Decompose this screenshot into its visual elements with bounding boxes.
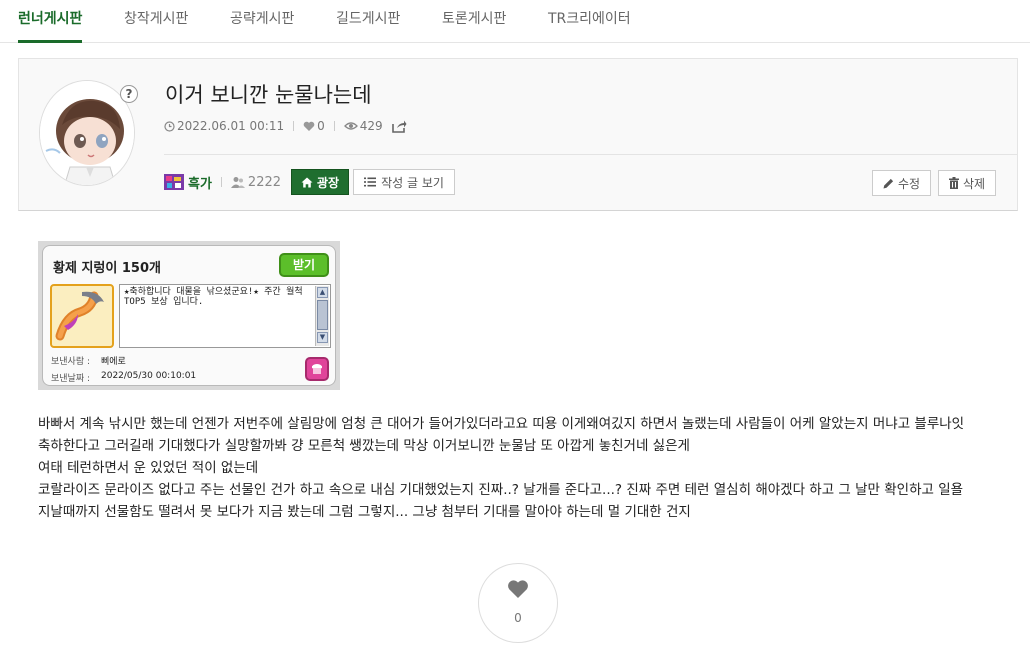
edit-label: 수정: [898, 176, 921, 191]
clock-icon: [164, 120, 175, 132]
author-level: 2222: [230, 174, 282, 190]
delete-label: 삭제: [963, 176, 986, 191]
sent-date-label: 보낸날짜 :: [51, 374, 91, 384]
body-line: 축하한다고 그러길래 기대했다가 실망할까봐 걍 모른척 쌩깠는데 막상 이거보…: [38, 438, 690, 454]
ingame-message-box: ★축하합니다 대물을 낚으셨군요!★ 주간 월척 TOP5 보상 입니다. ▲ …: [119, 284, 331, 348]
view-count: 429: [359, 119, 383, 133]
level-icon: [230, 177, 245, 188]
sender-value: 삐에로: [101, 357, 126, 367]
tab-runner-board[interactable]: 런너게시판: [18, 8, 82, 28]
heart-icon: [303, 121, 315, 132]
view-my-posts-button[interactable]: 작성 글 보기: [353, 169, 455, 195]
worm-item-icon: [50, 284, 114, 348]
post-title: 이거 보니깐 눈물나는데: [165, 83, 372, 107]
plaza-button[interactable]: 광장: [291, 169, 350, 195]
post-body: 바빠서 계속 낚시만 했는데 언젠가 저번주에 살림망에 엄청 큰 대어가 들어…: [38, 413, 998, 523]
guild-emblem-icon: [164, 174, 184, 190]
scroll-down-icon: ▼: [317, 332, 328, 343]
ingame-mail-card: 황제 지렁이 150개 받기 ★축하합니다 대물을 낚으셨군요!★ 주간 월척 …: [42, 245, 336, 386]
ingame-scrollbar: ▲ ▼: [315, 286, 329, 346]
scroll-up-icon: ▲: [317, 287, 328, 298]
board-tabs: 런너게시판 창작게시판 공략게시판 길드게시판 토론게시판 TR크리에이터: [0, 0, 1030, 43]
body-line: 지날때까지 선물함도 떨려서 못 보다가 지금 봤는데 그럼 그렇지... 그냥…: [38, 504, 691, 520]
sent-date-value: 2022/05/30 00:10:01: [101, 371, 197, 381]
view-my-posts-label: 작성 글 보기: [381, 175, 444, 190]
ingame-receive-button: 받기: [279, 253, 329, 277]
trash-icon: [949, 177, 959, 189]
post-meta: 2022.06.01 00:11 0 429: [164, 117, 409, 135]
meta-divider: [293, 121, 295, 131]
tab-creative-board[interactable]: 창작게시판: [124, 8, 188, 28]
scroll-thumb: [317, 300, 328, 330]
tab-strategy-board[interactable]: 공략게시판: [230, 8, 294, 28]
author-divider: [220, 177, 222, 187]
eye-icon: [343, 121, 358, 131]
header-divider: [164, 154, 1018, 155]
delete-button[interactable]: 삭제: [938, 170, 997, 196]
ingame-delete-icon: [305, 357, 329, 381]
tab-tr-creator[interactable]: TR크리에이터: [548, 8, 631, 28]
body-line: 코랄라이즈 문라이즈 없다고 주는 선물인 건가 하고 속으로 내심 기대했었는…: [38, 482, 964, 498]
edit-button[interactable]: 수정: [872, 170, 932, 196]
body-line: 여태 테런하면서 운 있었던 적이 없는데: [38, 460, 259, 476]
tab-guild-board[interactable]: 길드게시판: [336, 8, 400, 28]
attached-image-ingame-mail: 황제 지렁이 150개 받기 ★축하합니다 대물을 낚으셨군요!★ 주간 월척 …: [38, 241, 340, 390]
sender-label: 보낸사람 :: [51, 357, 91, 367]
level-value: 2222: [247, 174, 282, 190]
author-row: 흑가 2222 광장 작성 글 보기: [164, 169, 455, 195]
author-name[interactable]: 흑가: [188, 173, 212, 192]
like-count: 0: [317, 119, 325, 133]
ingame-mail-title: 황제 지렁이 150개: [53, 261, 161, 276]
plaza-label: 광장: [317, 175, 340, 190]
like-button-count: 0: [514, 611, 522, 625]
list-icon: [364, 177, 377, 187]
share-icon[interactable]: [391, 119, 407, 134]
home-icon: [301, 177, 313, 187]
body-line: 바빠서 계속 낚시만 했는데 언젠가 저번주에 살림망에 엄청 큰 대어가 들어…: [38, 416, 965, 432]
like-button[interactable]: 0: [478, 563, 558, 643]
help-icon[interactable]: ?: [120, 85, 138, 103]
ingame-message: ★축하합니다 대물을 낚으셨군요!★ 주간 월척 TOP5 보상 입니다.: [124, 287, 303, 307]
tab-debate-board[interactable]: 토론게시판: [442, 8, 506, 28]
active-tab-indicator: [18, 40, 82, 43]
post-header: ? 이거 보니깐 눈물나는데 2022.06.01 00:11 0 429 흑가: [18, 58, 1018, 211]
meta-divider: [333, 121, 335, 131]
post-datetime: 2022.06.01 00:11: [177, 119, 285, 133]
pencil-icon: [883, 178, 894, 188]
heart-icon: [508, 580, 528, 598]
